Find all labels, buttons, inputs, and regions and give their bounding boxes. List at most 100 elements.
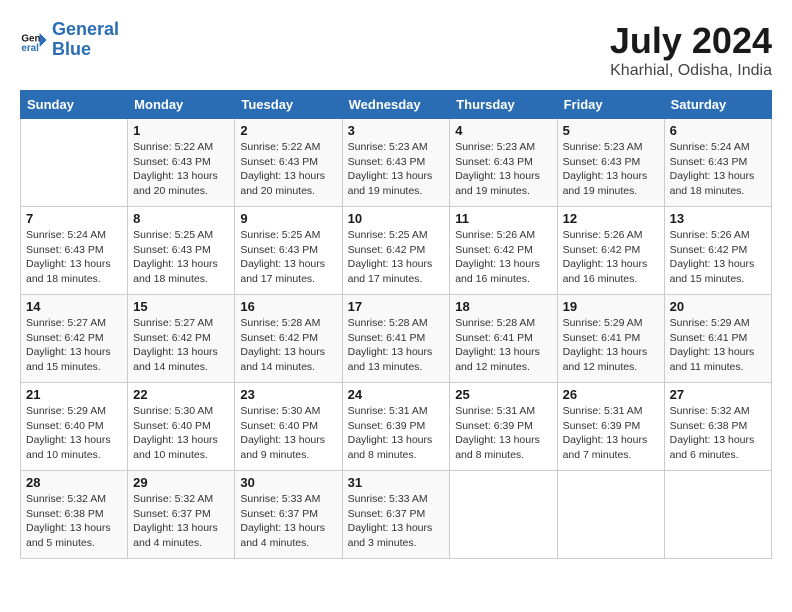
day-info: Sunrise: 5:32 AM Sunset: 6:37 PM Dayligh… (133, 492, 229, 551)
day-info: Sunrise: 5:31 AM Sunset: 6:39 PM Dayligh… (563, 404, 659, 463)
day-info: Sunrise: 5:28 AM Sunset: 6:41 PM Dayligh… (455, 316, 551, 375)
month-title: July 2024 (610, 20, 772, 62)
day-number: 19 (563, 299, 659, 314)
day-info: Sunrise: 5:27 AM Sunset: 6:42 PM Dayligh… (26, 316, 122, 375)
day-number: 28 (26, 475, 122, 490)
day-number: 16 (240, 299, 336, 314)
day-number: 13 (670, 211, 766, 226)
day-info: Sunrise: 5:28 AM Sunset: 6:41 PM Dayligh… (348, 316, 445, 375)
day-info: Sunrise: 5:23 AM Sunset: 6:43 PM Dayligh… (455, 140, 551, 199)
day-info: Sunrise: 5:26 AM Sunset: 6:42 PM Dayligh… (455, 228, 551, 287)
calendar-cell: 8 Sunrise: 5:25 AM Sunset: 6:43 PM Daylig… (128, 207, 235, 295)
day-number: 7 (26, 211, 122, 226)
day-header-thursday: Thursday (450, 91, 557, 119)
calendar-cell: 24 Sunrise: 5:31 AM Sunset: 6:39 PM Dayli… (342, 383, 450, 471)
day-info: Sunrise: 5:32 AM Sunset: 6:38 PM Dayligh… (670, 404, 766, 463)
day-info: Sunrise: 5:24 AM Sunset: 6:43 PM Dayligh… (670, 140, 766, 199)
calendar-cell: 11 Sunrise: 5:26 AM Sunset: 6:42 PM Dayli… (450, 207, 557, 295)
calendar-cell: 2 Sunrise: 5:22 AM Sunset: 6:43 PM Daylig… (235, 119, 342, 207)
day-number: 17 (348, 299, 445, 314)
calendar-cell: 4Sunrise: 5:23 AM Sunset: 6:43 PM Daylig… (450, 119, 557, 207)
calendar-cell: 31 Sunrise: 5:33 AM Sunset: 6:37 PM Dayli… (342, 471, 450, 559)
day-info: Sunrise: 5:23 AM Sunset: 6:43 PM Dayligh… (563, 140, 659, 199)
calendar-cell: 16 Sunrise: 5:28 AM Sunset: 6:42 PM Dayli… (235, 295, 342, 383)
day-number: 26 (563, 387, 659, 402)
day-info: Sunrise: 5:25 AM Sunset: 6:43 PM Dayligh… (240, 228, 336, 287)
day-header-tuesday: Tuesday (235, 91, 342, 119)
day-info: Sunrise: 5:27 AM Sunset: 6:42 PM Dayligh… (133, 316, 229, 375)
calendar-cell: 17 Sunrise: 5:28 AM Sunset: 6:41 PM Dayli… (342, 295, 450, 383)
calendar-cell: 23 Sunrise: 5:30 AM Sunset: 6:40 PM Dayli… (235, 383, 342, 471)
day-info: Sunrise: 5:30 AM Sunset: 6:40 PM Dayligh… (133, 404, 229, 463)
logo-subtext: Blue (52, 40, 119, 60)
day-number: 29 (133, 475, 229, 490)
calendar-table: SundayMondayTuesdayWednesdayThursdayFrid… (20, 90, 772, 559)
calendar-cell (557, 471, 664, 559)
day-number: 9 (240, 211, 336, 226)
day-number: 20 (670, 299, 766, 314)
calendar-cell: 3 Sunrise: 5:23 AM Sunset: 6:43 PM Daylig… (342, 119, 450, 207)
day-number: 3 (348, 123, 445, 138)
calendar-cell: 10 Sunrise: 5:25 AM Sunset: 6:42 PM Dayli… (342, 207, 450, 295)
day-number: 8 (133, 211, 229, 226)
day-number: 6 (670, 123, 766, 138)
day-number: 31 (348, 475, 445, 490)
calendar-cell: 18 Sunrise: 5:28 AM Sunset: 6:41 PM Dayli… (450, 295, 557, 383)
calendar-cell: 7Sunrise: 5:24 AM Sunset: 6:43 PM Daylig… (21, 207, 128, 295)
logo: Gen eral General Blue (20, 20, 119, 60)
day-number: 2 (240, 123, 336, 138)
day-info: Sunrise: 5:29 AM Sunset: 6:41 PM Dayligh… (563, 316, 659, 375)
calendar-cell (664, 471, 771, 559)
day-number: 18 (455, 299, 551, 314)
day-info: Sunrise: 5:22 AM Sunset: 6:43 PM Dayligh… (240, 140, 336, 199)
day-number: 12 (563, 211, 659, 226)
day-number: 27 (670, 387, 766, 402)
location: Kharhial, Odisha, India (610, 62, 772, 80)
calendar-cell: 25 Sunrise: 5:31 AM Sunset: 6:39 PM Dayli… (450, 383, 557, 471)
day-number: 11 (455, 211, 551, 226)
logo-icon: Gen eral (20, 26, 48, 54)
day-info: Sunrise: 5:33 AM Sunset: 6:37 PM Dayligh… (348, 492, 445, 551)
day-number: 30 (240, 475, 336, 490)
day-number: 24 (348, 387, 445, 402)
calendar-cell: 20 Sunrise: 5:29 AM Sunset: 6:41 PM Dayli… (664, 295, 771, 383)
calendar-cell (450, 471, 557, 559)
day-number: 10 (348, 211, 445, 226)
calendar-cell: 22Sunrise: 5:30 AM Sunset: 6:40 PM Dayli… (128, 383, 235, 471)
day-info: Sunrise: 5:29 AM Sunset: 6:41 PM Dayligh… (670, 316, 766, 375)
day-info: Sunrise: 5:28 AM Sunset: 6:42 PM Dayligh… (240, 316, 336, 375)
calendar-cell: 12 Sunrise: 5:26 AM Sunset: 6:42 PM Dayli… (557, 207, 664, 295)
day-info: Sunrise: 5:30 AM Sunset: 6:40 PM Dayligh… (240, 404, 336, 463)
calendar-cell: 14 Sunrise: 5:27 AM Sunset: 6:42 PM Dayli… (21, 295, 128, 383)
calendar-cell: 6 Sunrise: 5:24 AM Sunset: 6:43 PM Daylig… (664, 119, 771, 207)
day-number: 25 (455, 387, 551, 402)
calendar-cell: 26 Sunrise: 5:31 AM Sunset: 6:39 PM Dayli… (557, 383, 664, 471)
day-number: 5 (563, 123, 659, 138)
day-info: Sunrise: 5:26 AM Sunset: 6:42 PM Dayligh… (670, 228, 766, 287)
calendar-cell: 13 Sunrise: 5:26 AM Sunset: 6:42 PM Dayli… (664, 207, 771, 295)
calendar-cell: 15 Sunrise: 5:27 AM Sunset: 6:42 PM Dayli… (128, 295, 235, 383)
day-info: Sunrise: 5:29 AM Sunset: 6:40 PM Dayligh… (26, 404, 122, 463)
day-info: Sunrise: 5:31 AM Sunset: 6:39 PM Dayligh… (455, 404, 551, 463)
calendar-cell: 28 Sunrise: 5:32 AM Sunset: 6:38 PM Dayli… (21, 471, 128, 559)
day-number: 1 (133, 123, 229, 138)
calendar-cell: 1 Sunrise: 5:22 AM Sunset: 6:43 PM Daylig… (128, 119, 235, 207)
day-number: 23 (240, 387, 336, 402)
day-header-friday: Friday (557, 91, 664, 119)
calendar-cell: 30 Sunrise: 5:33 AM Sunset: 6:37 PM Dayli… (235, 471, 342, 559)
day-info: Sunrise: 5:31 AM Sunset: 6:39 PM Dayligh… (348, 404, 445, 463)
day-info: Sunrise: 5:23 AM Sunset: 6:43 PM Dayligh… (348, 140, 445, 199)
day-number: 14 (26, 299, 122, 314)
day-info: Sunrise: 5:22 AM Sunset: 6:43 PM Dayligh… (133, 140, 229, 199)
day-number: 21 (26, 387, 122, 402)
logo-text: General (52, 20, 119, 40)
day-info: Sunrise: 5:26 AM Sunset: 6:42 PM Dayligh… (563, 228, 659, 287)
day-info: Sunrise: 5:32 AM Sunset: 6:38 PM Dayligh… (26, 492, 122, 551)
calendar-cell: 27 Sunrise: 5:32 AM Sunset: 6:38 PM Dayli… (664, 383, 771, 471)
day-header-saturday: Saturday (664, 91, 771, 119)
day-header-monday: Monday (128, 91, 235, 119)
day-info: Sunrise: 5:33 AM Sunset: 6:37 PM Dayligh… (240, 492, 336, 551)
day-info: Sunrise: 5:25 AM Sunset: 6:43 PM Dayligh… (133, 228, 229, 287)
day-number: 15 (133, 299, 229, 314)
day-info: Sunrise: 5:25 AM Sunset: 6:42 PM Dayligh… (348, 228, 445, 287)
